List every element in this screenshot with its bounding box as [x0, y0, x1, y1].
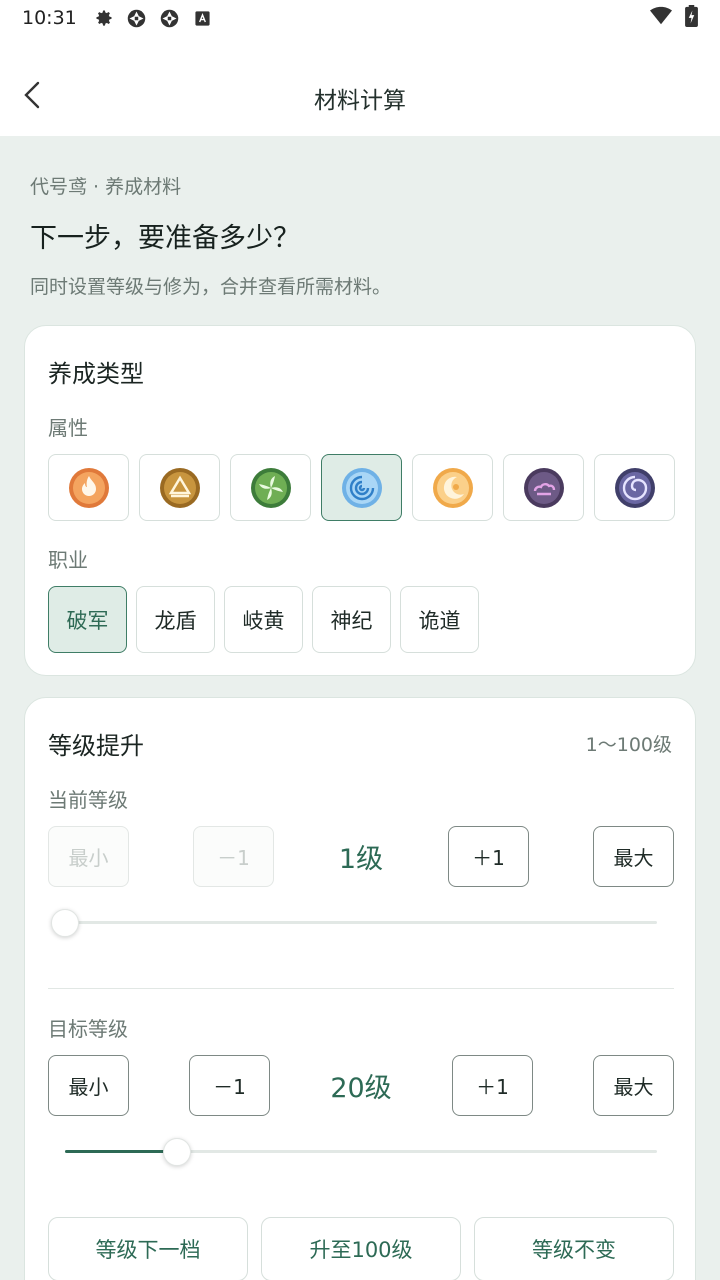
current-level-slider[interactable] [51, 908, 657, 938]
current-max-button[interactable]: 最大 [593, 826, 674, 887]
app-bar: 材料计算 [0, 36, 720, 136]
target-min-button[interactable]: 最小 [48, 1055, 129, 1116]
light-moon-icon [432, 467, 473, 508]
target-plus-button[interactable]: ＋1 [452, 1055, 533, 1116]
current-level-label: 当前等级 [48, 788, 128, 812]
target-level-stepper: 最小 －1 20级 ＋1 最大 [48, 1055, 674, 1116]
attribute-label: 属性 [48, 416, 88, 440]
gear-icon [93, 7, 115, 29]
aperture-icon [126, 7, 148, 29]
slider-thumb[interactable] [163, 1138, 192, 1166]
description: 同时设置等级与修为，合并查看所需材料。 [30, 276, 392, 298]
target-max-button[interactable]: 最大 [593, 1055, 674, 1116]
level-up-card: 等级提升 1～100级 当前等级 最小 －1 1级 ＋1 最大 目标等级 最小 … [24, 697, 696, 1280]
job-shenji[interactable]: 神纪 [312, 586, 391, 653]
current-level-value: 1级 [338, 844, 384, 875]
font-a-icon [192, 7, 214, 29]
cultivation-type-card: 养成类型 属性 职业 破军 龙盾 岐黄 神纪 诡道 [24, 325, 696, 676]
attribute-void[interactable] [594, 454, 675, 521]
battery-icon [685, 4, 698, 32]
status-time: 10:31 [22, 7, 77, 29]
job-label: 职业 [48, 548, 88, 572]
attribute-wind[interactable] [230, 454, 311, 521]
job-longdun[interactable]: 龙盾 [136, 586, 215, 653]
job-qihuang[interactable]: 岐黄 [224, 586, 303, 653]
slider-thumb[interactable] [51, 909, 79, 937]
level-next-tier-button[interactable]: 等级下一档 [48, 1217, 248, 1280]
section-title-level: 等级提升 [48, 732, 144, 760]
slider-track [65, 921, 657, 924]
status-bar: 10:31 [0, 0, 720, 36]
attribute-earth[interactable] [139, 454, 220, 521]
attribute-light[interactable] [412, 454, 493, 521]
section-title-type: 养成类型 [48, 360, 144, 388]
dark-cloud-icon [523, 467, 564, 508]
aperture-icon [159, 7, 181, 29]
current-min-button[interactable]: 最小 [48, 826, 129, 887]
target-minus-button[interactable]: －1 [189, 1055, 270, 1116]
quick-actions: 等级下一档 升至100级 等级不变 [48, 1217, 674, 1280]
attribute-water[interactable] [321, 454, 402, 521]
target-level-value: 20级 [330, 1073, 392, 1104]
headline: 下一步，要准备多少？ [30, 223, 300, 254]
target-level-slider[interactable] [65, 1137, 657, 1167]
fire-icon [68, 467, 109, 508]
wind-leaf-icon [250, 467, 291, 508]
divider [48, 988, 674, 989]
attribute-fire[interactable] [48, 454, 129, 521]
attribute-selector [48, 454, 675, 521]
current-level-stepper: 最小 －1 1级 ＋1 最大 [48, 826, 674, 887]
wifi-icon [649, 5, 673, 32]
level-range: 1～100级 [585, 734, 672, 756]
current-plus-button[interactable]: ＋1 [448, 826, 529, 887]
level-unchanged-button[interactable]: 等级不变 [474, 1217, 674, 1280]
job-selector: 破军 龙盾 岐黄 神纪 诡道 [48, 586, 479, 653]
attribute-dark[interactable] [503, 454, 584, 521]
page-title: 材料计算 [314, 88, 406, 114]
void-spiral-icon [614, 467, 655, 508]
current-minus-button[interactable]: －1 [193, 826, 274, 887]
breadcrumb: 代号鸢 · 养成材料 [30, 176, 182, 198]
earth-icon [159, 467, 200, 508]
level-to-max-button[interactable]: 升至100级 [261, 1217, 461, 1280]
target-level-label: 目标等级 [48, 1017, 128, 1041]
job-guidao[interactable]: 诡道 [400, 586, 479, 653]
chevron-left-icon[interactable] [18, 80, 48, 110]
slider-fill [65, 1150, 178, 1153]
job-pojun[interactable]: 破军 [48, 586, 127, 653]
water-swirl-icon [341, 467, 382, 508]
